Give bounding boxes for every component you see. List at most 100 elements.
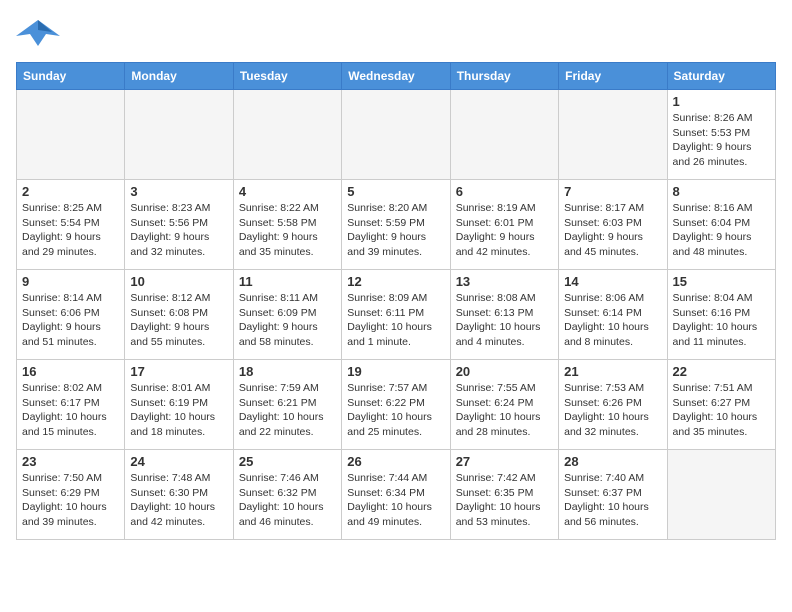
day-info: Sunrise: 8:26 AM Sunset: 5:53 PM Dayligh…: [673, 111, 770, 170]
calendar-cell: [667, 450, 775, 540]
day-number: 18: [239, 364, 336, 379]
day-number: 26: [347, 454, 444, 469]
day-info: Sunrise: 7:44 AM Sunset: 6:34 PM Dayligh…: [347, 471, 444, 530]
calendar-week-1: 2 Sunrise: 8:25 AM Sunset: 5:54 PM Daylig…: [17, 180, 776, 270]
day-number: 9: [22, 274, 119, 289]
day-number: 3: [130, 184, 227, 199]
day-number: 15: [673, 274, 770, 289]
calendar-cell: 10 Sunrise: 8:12 AM Sunset: 6:08 PM Dayli…: [125, 270, 233, 360]
day-info: Sunrise: 8:22 AM Sunset: 5:58 PM Dayligh…: [239, 201, 336, 260]
col-header-saturday: Saturday: [667, 63, 775, 90]
calendar-cell: 20 Sunrise: 7:55 AM Sunset: 6:24 PM Dayli…: [450, 360, 558, 450]
day-info: Sunrise: 7:51 AM Sunset: 6:27 PM Dayligh…: [673, 381, 770, 440]
page-header: [16, 16, 776, 52]
day-number: 21: [564, 364, 661, 379]
day-number: 1: [673, 94, 770, 109]
day-info: Sunrise: 8:14 AM Sunset: 6:06 PM Dayligh…: [22, 291, 119, 350]
calendar-cell: 14 Sunrise: 8:06 AM Sunset: 6:14 PM Dayli…: [559, 270, 667, 360]
day-info: Sunrise: 7:55 AM Sunset: 6:24 PM Dayligh…: [456, 381, 553, 440]
calendar-cell: 19 Sunrise: 7:57 AM Sunset: 6:22 PM Dayli…: [342, 360, 450, 450]
day-number: 6: [456, 184, 553, 199]
calendar-header-row: SundayMondayTuesdayWednesdayThursdayFrid…: [17, 63, 776, 90]
calendar-cell: 7Sunrise: 8:17 AM Sunset: 6:03 PM Daylig…: [559, 180, 667, 270]
day-info: Sunrise: 8:11 AM Sunset: 6:09 PM Dayligh…: [239, 291, 336, 350]
calendar-cell: 17 Sunrise: 8:01 AM Sunset: 6:19 PM Dayli…: [125, 360, 233, 450]
calendar-cell: 12 Sunrise: 8:09 AM Sunset: 6:11 PM Dayli…: [342, 270, 450, 360]
day-number: 16: [22, 364, 119, 379]
day-number: 12: [347, 274, 444, 289]
day-info: Sunrise: 8:02 AM Sunset: 6:17 PM Dayligh…: [22, 381, 119, 440]
day-number: 22: [673, 364, 770, 379]
calendar-cell: 26 Sunrise: 7:44 AM Sunset: 6:34 PM Dayli…: [342, 450, 450, 540]
day-info: Sunrise: 7:53 AM Sunset: 6:26 PM Dayligh…: [564, 381, 661, 440]
calendar-week-2: 9 Sunrise: 8:14 AM Sunset: 6:06 PM Daylig…: [17, 270, 776, 360]
day-info: Sunrise: 8:12 AM Sunset: 6:08 PM Dayligh…: [130, 291, 227, 350]
day-number: 4: [239, 184, 336, 199]
col-header-friday: Friday: [559, 63, 667, 90]
calendar-cell: [233, 90, 341, 180]
logo: [16, 16, 64, 52]
day-info: Sunrise: 8:01 AM Sunset: 6:19 PM Dayligh…: [130, 381, 227, 440]
calendar-cell: 27 Sunrise: 7:42 AM Sunset: 6:35 PM Dayli…: [450, 450, 558, 540]
day-number: 27: [456, 454, 553, 469]
calendar-week-0: 1 Sunrise: 8:26 AM Sunset: 5:53 PM Daylig…: [17, 90, 776, 180]
calendar-cell: 24 Sunrise: 7:48 AM Sunset: 6:30 PM Dayli…: [125, 450, 233, 540]
calendar-cell: 3 Sunrise: 8:23 AM Sunset: 5:56 PM Daylig…: [125, 180, 233, 270]
day-info: Sunrise: 7:57 AM Sunset: 6:22 PM Dayligh…: [347, 381, 444, 440]
day-info: Sunrise: 8:09 AM Sunset: 6:11 PM Dayligh…: [347, 291, 444, 350]
calendar-cell: [342, 90, 450, 180]
calendar-cell: 6 Sunrise: 8:19 AM Sunset: 6:01 PM Daylig…: [450, 180, 558, 270]
calendar-cell: 28 Sunrise: 7:40 AM Sunset: 6:37 PM Dayli…: [559, 450, 667, 540]
calendar-table: SundayMondayTuesdayWednesdayThursdayFrid…: [16, 62, 776, 540]
day-info: Sunrise: 7:48 AM Sunset: 6:30 PM Dayligh…: [130, 471, 227, 530]
col-header-wednesday: Wednesday: [342, 63, 450, 90]
calendar-cell: 2 Sunrise: 8:25 AM Sunset: 5:54 PM Daylig…: [17, 180, 125, 270]
day-number: 5: [347, 184, 444, 199]
day-number: 17: [130, 364, 227, 379]
day-number: 19: [347, 364, 444, 379]
day-number: 24: [130, 454, 227, 469]
day-info: Sunrise: 8:06 AM Sunset: 6:14 PM Dayligh…: [564, 291, 661, 350]
day-number: 7: [564, 184, 661, 199]
day-number: 28: [564, 454, 661, 469]
day-info: Sunrise: 7:42 AM Sunset: 6:35 PM Dayligh…: [456, 471, 553, 530]
calendar-cell: [559, 90, 667, 180]
day-info: Sunrise: 8:20 AM Sunset: 5:59 PM Dayligh…: [347, 201, 444, 260]
calendar-cell: 5 Sunrise: 8:20 AM Sunset: 5:59 PM Daylig…: [342, 180, 450, 270]
calendar-cell: 4 Sunrise: 8:22 AM Sunset: 5:58 PM Daylig…: [233, 180, 341, 270]
calendar-cell: 16 Sunrise: 8:02 AM Sunset: 6:17 PM Dayli…: [17, 360, 125, 450]
calendar-cell: 15Sunrise: 8:04 AM Sunset: 6:16 PM Dayli…: [667, 270, 775, 360]
day-number: 11: [239, 274, 336, 289]
day-info: Sunrise: 7:46 AM Sunset: 6:32 PM Dayligh…: [239, 471, 336, 530]
calendar-cell: 22 Sunrise: 7:51 AM Sunset: 6:27 PM Dayli…: [667, 360, 775, 450]
calendar-cell: 21 Sunrise: 7:53 AM Sunset: 6:26 PM Dayli…: [559, 360, 667, 450]
col-header-monday: Monday: [125, 63, 233, 90]
day-info: Sunrise: 7:50 AM Sunset: 6:29 PM Dayligh…: [22, 471, 119, 530]
calendar-cell: [450, 90, 558, 180]
calendar-cell: [125, 90, 233, 180]
calendar-cell: 25Sunrise: 7:46 AM Sunset: 6:32 PM Dayli…: [233, 450, 341, 540]
calendar-cell: 8Sunrise: 8:16 AM Sunset: 6:04 PM Daylig…: [667, 180, 775, 270]
calendar-cell: 1 Sunrise: 8:26 AM Sunset: 5:53 PM Daylig…: [667, 90, 775, 180]
day-number: 23: [22, 454, 119, 469]
day-info: Sunrise: 8:23 AM Sunset: 5:56 PM Dayligh…: [130, 201, 227, 260]
calendar-cell: 9 Sunrise: 8:14 AM Sunset: 6:06 PM Daylig…: [17, 270, 125, 360]
col-header-thursday: Thursday: [450, 63, 558, 90]
day-number: 20: [456, 364, 553, 379]
col-header-tuesday: Tuesday: [233, 63, 341, 90]
day-info: Sunrise: 8:19 AM Sunset: 6:01 PM Dayligh…: [456, 201, 553, 260]
calendar-cell: 13 Sunrise: 8:08 AM Sunset: 6:13 PM Dayli…: [450, 270, 558, 360]
day-number: 10: [130, 274, 227, 289]
day-info: Sunrise: 7:40 AM Sunset: 6:37 PM Dayligh…: [564, 471, 661, 530]
day-number: 13: [456, 274, 553, 289]
day-info: Sunrise: 7:59 AM Sunset: 6:21 PM Dayligh…: [239, 381, 336, 440]
calendar-cell: [17, 90, 125, 180]
day-number: 2: [22, 184, 119, 199]
calendar-cell: 23 Sunrise: 7:50 AM Sunset: 6:29 PM Dayli…: [17, 450, 125, 540]
day-info: Sunrise: 8:25 AM Sunset: 5:54 PM Dayligh…: [22, 201, 119, 260]
col-header-sunday: Sunday: [17, 63, 125, 90]
day-info: Sunrise: 8:08 AM Sunset: 6:13 PM Dayligh…: [456, 291, 553, 350]
day-number: 14: [564, 274, 661, 289]
calendar-cell: 11 Sunrise: 8:11 AM Sunset: 6:09 PM Dayli…: [233, 270, 341, 360]
day-info: Sunrise: 8:16 AM Sunset: 6:04 PM Dayligh…: [673, 201, 770, 260]
